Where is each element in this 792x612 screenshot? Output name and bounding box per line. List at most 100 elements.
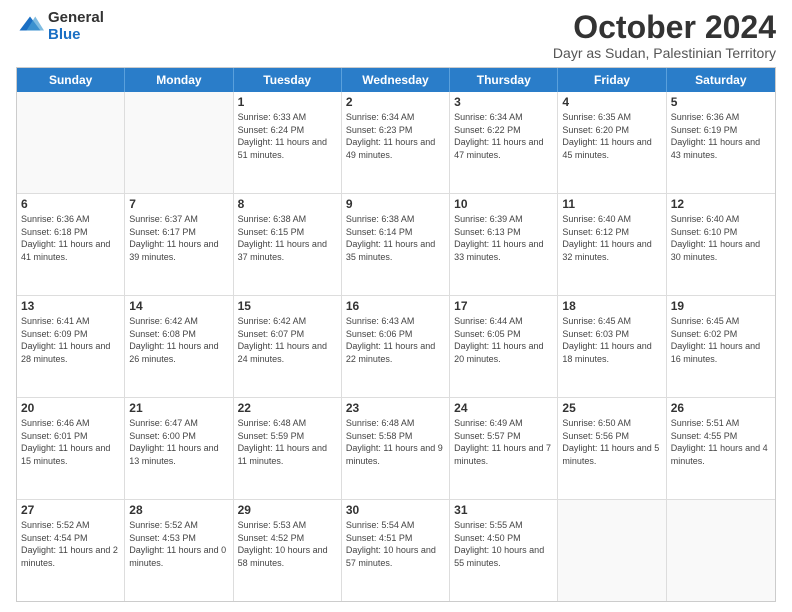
day-number: 4 (562, 95, 661, 109)
subtitle: Dayr as Sudan, Palestinian Territory (553, 45, 776, 61)
day-info: Sunrise: 5:54 AMSunset: 4:51 PMDaylight:… (346, 519, 445, 569)
calendar-cell: 23 Sunrise: 6:48 AMSunset: 5:58 PMDayligh… (342, 398, 450, 499)
day-number: 19 (671, 299, 771, 313)
day-number: 27 (21, 503, 120, 517)
day-info: Sunrise: 6:42 AMSunset: 6:08 PMDaylight:… (129, 315, 228, 365)
day-number: 20 (21, 401, 120, 415)
header-day-wednesday: Wednesday (342, 68, 450, 92)
header-day-friday: Friday (558, 68, 666, 92)
day-info: Sunrise: 5:53 AMSunset: 4:52 PMDaylight:… (238, 519, 337, 569)
calendar-row-4: 27 Sunrise: 5:52 AMSunset: 4:54 PMDayligh… (17, 500, 775, 601)
header-day-saturday: Saturday (667, 68, 775, 92)
day-info: Sunrise: 6:45 AMSunset: 6:02 PMDaylight:… (671, 315, 771, 365)
calendar-cell: 7 Sunrise: 6:37 AMSunset: 6:17 PMDaylight… (125, 194, 233, 295)
calendar-cell: 5Sunrise: 6:36 AMSunset: 6:19 PMDaylight… (667, 92, 775, 193)
day-number: 15 (238, 299, 337, 313)
calendar-cell: 12Sunrise: 6:40 AMSunset: 6:10 PMDayligh… (667, 194, 775, 295)
day-number: 7 (129, 197, 228, 211)
day-number: 26 (671, 401, 771, 415)
day-number: 23 (346, 401, 445, 415)
day-info: Sunrise: 6:42 AMSunset: 6:07 PMDaylight:… (238, 315, 337, 365)
header-day-thursday: Thursday (450, 68, 558, 92)
day-number: 18 (562, 299, 661, 313)
calendar-header: SundayMondayTuesdayWednesdayThursdayFrid… (17, 68, 775, 92)
day-info: Sunrise: 6:35 AMSunset: 6:20 PMDaylight:… (562, 111, 661, 161)
calendar-cell: 4 Sunrise: 6:35 AMSunset: 6:20 PMDaylight… (558, 92, 666, 193)
day-number: 10 (454, 197, 553, 211)
day-number: 17 (454, 299, 553, 313)
calendar-cell: 8Sunrise: 6:38 AMSunset: 6:15 PMDaylight… (234, 194, 342, 295)
calendar-cell: 15 Sunrise: 6:42 AMSunset: 6:07 PMDayligh… (234, 296, 342, 397)
day-info: Sunrise: 6:39 AMSunset: 6:13 PMDaylight:… (454, 213, 553, 263)
calendar-cell: 29 Sunrise: 5:53 AMSunset: 4:52 PMDayligh… (234, 500, 342, 601)
logo-blue-text: Blue (48, 27, 104, 44)
day-number: 5 (671, 95, 771, 109)
day-info: Sunrise: 5:52 AMSunset: 4:54 PMDaylight:… (21, 519, 120, 569)
calendar-row-2: 13 Sunrise: 6:41 AMSunset: 6:09 PMDayligh… (17, 296, 775, 398)
calendar-row-0: 1 Sunrise: 6:33 AMSunset: 6:24 PMDaylight… (17, 92, 775, 194)
calendar-cell (558, 500, 666, 601)
calendar-cell: 9 Sunrise: 6:38 AMSunset: 6:14 PMDaylight… (342, 194, 450, 295)
day-number: 24 (454, 401, 553, 415)
day-number: 13 (21, 299, 120, 313)
title-area: October 2024 Dayr as Sudan, Palestinian … (553, 10, 776, 61)
calendar-cell: 11 Sunrise: 6:40 AMSunset: 6:12 PMDayligh… (558, 194, 666, 295)
calendar-cell: 2Sunrise: 6:34 AMSunset: 6:23 PMDaylight… (342, 92, 450, 193)
day-number: 3 (454, 95, 553, 109)
day-info: Sunrise: 6:38 AMSunset: 6:14 PMDaylight:… (346, 213, 445, 263)
day-number: 6 (21, 197, 120, 211)
day-info: Sunrise: 6:50 AMSunset: 5:56 PMDaylight:… (562, 417, 661, 467)
day-number: 30 (346, 503, 445, 517)
day-number: 11 (562, 197, 661, 211)
calendar-cell: 31 Sunrise: 5:55 AMSunset: 4:50 PMDayligh… (450, 500, 558, 601)
day-number: 9 (346, 197, 445, 211)
day-info: Sunrise: 6:48 AMSunset: 5:58 PMDaylight:… (346, 417, 445, 467)
header: General Blue October 2024 Dayr as Sudan,… (16, 10, 776, 61)
calendar-cell: 19 Sunrise: 6:45 AMSunset: 6:02 PMDayligh… (667, 296, 775, 397)
day-info: Sunrise: 6:33 AMSunset: 6:24 PMDaylight:… (238, 111, 337, 161)
calendar-cell: 22Sunrise: 6:48 AMSunset: 5:59 PMDayligh… (234, 398, 342, 499)
day-number: 2 (346, 95, 445, 109)
calendar-cell: 17Sunrise: 6:44 AMSunset: 6:05 PMDayligh… (450, 296, 558, 397)
day-number: 12 (671, 197, 771, 211)
day-info: Sunrise: 6:47 AMSunset: 6:00 PMDaylight:… (129, 417, 228, 467)
day-info: Sunrise: 6:40 AMSunset: 6:12 PMDaylight:… (562, 213, 661, 263)
header-day-monday: Monday (125, 68, 233, 92)
calendar-cell: 24 Sunrise: 6:49 AMSunset: 5:57 PMDayligh… (450, 398, 558, 499)
logo-icon (16, 13, 44, 41)
header-day-sunday: Sunday (17, 68, 125, 92)
calendar-cell (125, 92, 233, 193)
page: General Blue October 2024 Dayr as Sudan,… (0, 0, 792, 612)
calendar-cell: 20Sunrise: 6:46 AMSunset: 6:01 PMDayligh… (17, 398, 125, 499)
day-number: 1 (238, 95, 337, 109)
day-info: Sunrise: 5:51 AMSunset: 4:55 PMDaylight:… (671, 417, 771, 467)
calendar-cell: 14 Sunrise: 6:42 AMSunset: 6:08 PMDayligh… (125, 296, 233, 397)
day-number: 21 (129, 401, 228, 415)
calendar-cell (17, 92, 125, 193)
day-number: 16 (346, 299, 445, 313)
day-number: 31 (454, 503, 553, 517)
day-info: Sunrise: 6:41 AMSunset: 6:09 PMDaylight:… (21, 315, 120, 365)
calendar-cell: 21 Sunrise: 6:47 AMSunset: 6:00 PMDayligh… (125, 398, 233, 499)
calendar-row-1: 6Sunrise: 6:36 AMSunset: 6:18 PMDaylight… (17, 194, 775, 296)
day-info: Sunrise: 6:43 AMSunset: 6:06 PMDaylight:… (346, 315, 445, 365)
calendar: SundayMondayTuesdayWednesdayThursdayFrid… (16, 67, 776, 602)
calendar-cell: 18 Sunrise: 6:45 AMSunset: 6:03 PMDayligh… (558, 296, 666, 397)
day-number: 25 (562, 401, 661, 415)
day-number: 29 (238, 503, 337, 517)
calendar-cell: 26 Sunrise: 5:51 AMSunset: 4:55 PMDayligh… (667, 398, 775, 499)
logo-general-text: General (48, 10, 104, 27)
day-info: Sunrise: 6:49 AMSunset: 5:57 PMDaylight:… (454, 417, 553, 467)
day-number: 14 (129, 299, 228, 313)
day-info: Sunrise: 6:45 AMSunset: 6:03 PMDaylight:… (562, 315, 661, 365)
day-info: Sunrise: 6:34 AMSunset: 6:22 PMDaylight:… (454, 111, 553, 161)
day-info: Sunrise: 6:37 AMSunset: 6:17 PMDaylight:… (129, 213, 228, 263)
calendar-cell: 13 Sunrise: 6:41 AMSunset: 6:09 PMDayligh… (17, 296, 125, 397)
header-day-tuesday: Tuesday (234, 68, 342, 92)
calendar-cell: 27 Sunrise: 5:52 AMSunset: 4:54 PMDayligh… (17, 500, 125, 601)
day-info: Sunrise: 6:38 AMSunset: 6:15 PMDaylight:… (238, 213, 337, 263)
day-info: Sunrise: 5:55 AMSunset: 4:50 PMDaylight:… (454, 519, 553, 569)
day-info: Sunrise: 5:52 AMSunset: 4:53 PMDaylight:… (129, 519, 228, 569)
logo: General Blue (16, 10, 104, 43)
calendar-cell (667, 500, 775, 601)
